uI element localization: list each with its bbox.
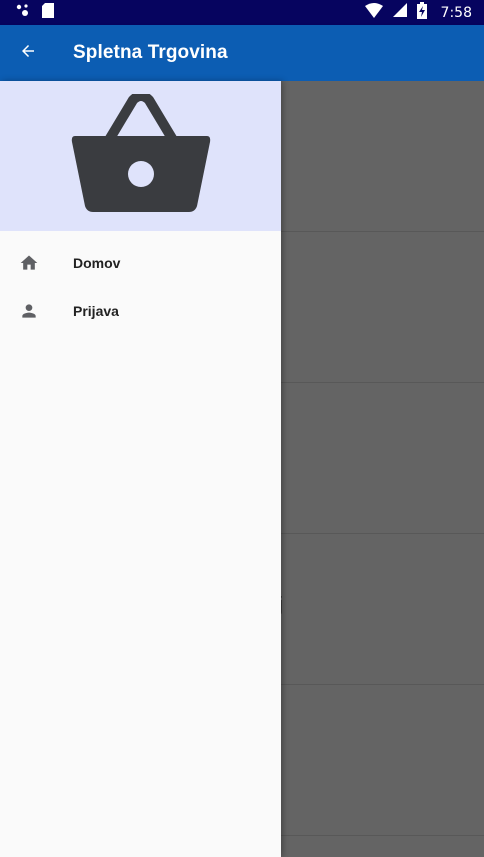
- home-icon: [18, 252, 40, 274]
- wifi-icon: [364, 2, 383, 23]
- drawer-header: [0, 81, 281, 231]
- battery-charging-icon: [416, 1, 427, 24]
- person-icon: [18, 300, 40, 322]
- status-time: 7:58: [440, 4, 472, 21]
- arrow-back-icon: [19, 42, 37, 65]
- drawer-item-home[interactable]: Domov: [0, 239, 281, 287]
- app-bar: Spletna Trgovina: [0, 25, 484, 81]
- status-bar: 7:58: [0, 0, 484, 25]
- app-title: Spletna Trgovina: [73, 42, 228, 63]
- back-button[interactable]: [0, 25, 56, 81]
- assistant-dots-icon: [16, 3, 32, 22]
- drawer-item-label: Domov: [73, 255, 121, 271]
- drawer-item-label: Prijava: [73, 303, 119, 319]
- drawer-item-login[interactable]: Prijava: [0, 287, 281, 335]
- sd-card-icon: [42, 2, 54, 23]
- navigation-drawer: Domov Prijava: [0, 81, 281, 857]
- shopping-basket-icon: [71, 90, 211, 219]
- cell-signal-icon: [392, 3, 407, 22]
